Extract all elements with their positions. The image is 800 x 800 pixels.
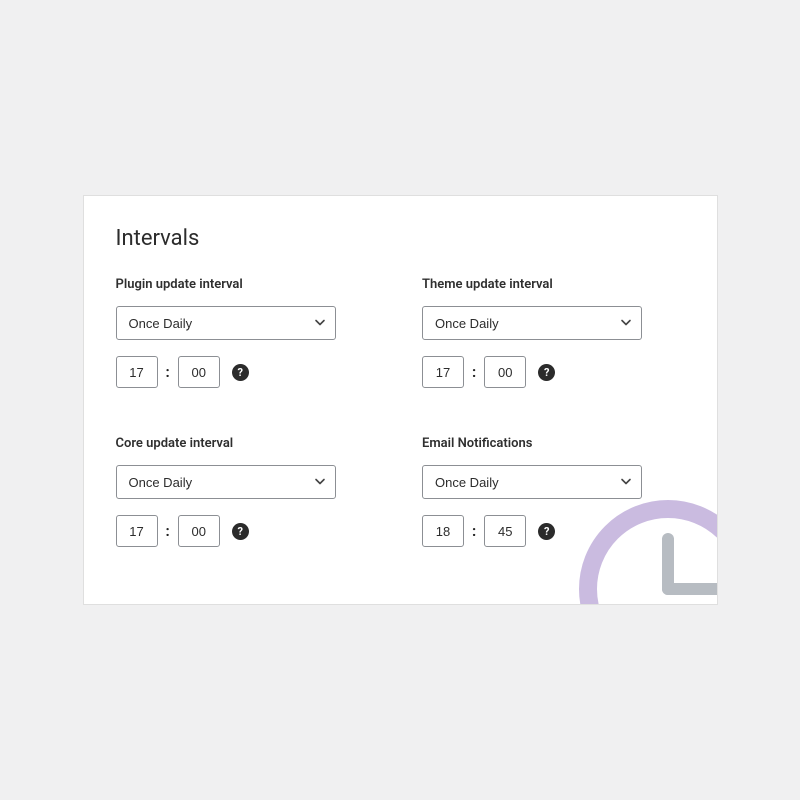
help-icon[interactable]: ? xyxy=(538,523,555,540)
intervals-panel: Intervals Plugin update interval Once Da… xyxy=(83,195,718,605)
email-hour-input[interactable] xyxy=(422,515,464,547)
time-colon: : xyxy=(166,522,170,540)
time-colon: : xyxy=(472,363,476,381)
theme-hour-input[interactable] xyxy=(422,356,464,388)
core-interval-select[interactable]: Once Daily xyxy=(116,465,336,499)
theme-interval-select[interactable]: Once Daily xyxy=(422,306,642,340)
email-interval-select-wrap: Once Daily xyxy=(422,465,642,499)
help-icon[interactable]: ? xyxy=(232,364,249,381)
time-colon: : xyxy=(166,363,170,381)
core-interval-label: Core update interval xyxy=(116,436,379,451)
help-icon[interactable]: ? xyxy=(232,523,249,540)
plugin-minute-input[interactable] xyxy=(178,356,220,388)
theme-interval-label: Theme update interval xyxy=(422,277,685,292)
fields-grid: Plugin update interval Once Daily : ? Th… xyxy=(116,277,685,547)
theme-interval-field: Theme update interval Once Daily : ? xyxy=(422,277,685,388)
plugin-time-row: : ? xyxy=(116,356,379,388)
plugin-hour-input[interactable] xyxy=(116,356,158,388)
time-colon: : xyxy=(472,522,476,540)
email-interval-field: Email Notifications Once Daily : ? xyxy=(422,436,685,547)
core-minute-input[interactable] xyxy=(178,515,220,547)
core-interval-select-wrap: Once Daily xyxy=(116,465,336,499)
email-time-row: : ? xyxy=(422,515,685,547)
panel-title: Intervals xyxy=(116,226,685,251)
email-interval-select[interactable]: Once Daily xyxy=(422,465,642,499)
core-time-row: : ? xyxy=(116,515,379,547)
plugin-interval-select-wrap: Once Daily xyxy=(116,306,336,340)
plugin-interval-field: Plugin update interval Once Daily : ? xyxy=(116,277,379,388)
help-icon[interactable]: ? xyxy=(538,364,555,381)
theme-time-row: : ? xyxy=(422,356,685,388)
email-interval-label: Email Notifications xyxy=(422,436,685,451)
theme-minute-input[interactable] xyxy=(484,356,526,388)
plugin-interval-select[interactable]: Once Daily xyxy=(116,306,336,340)
theme-interval-select-wrap: Once Daily xyxy=(422,306,642,340)
email-minute-input[interactable] xyxy=(484,515,526,547)
core-interval-field: Core update interval Once Daily : ? xyxy=(116,436,379,547)
core-hour-input[interactable] xyxy=(116,515,158,547)
plugin-interval-label: Plugin update interval xyxy=(116,277,379,292)
